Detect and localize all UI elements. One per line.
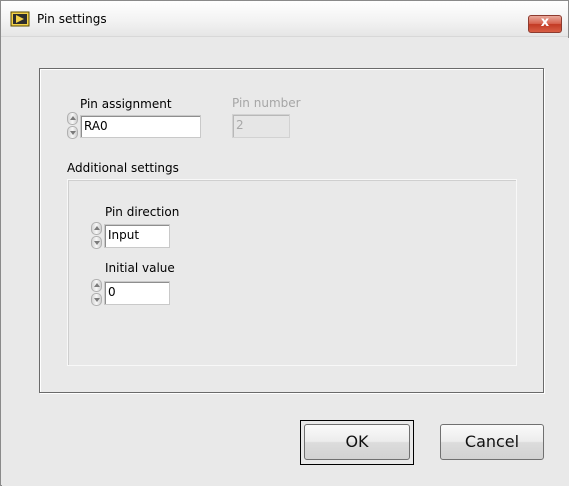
- pin-assignment-spinner[interactable]: [67, 112, 78, 140]
- initial-value-spinner[interactable]: [91, 279, 102, 307]
- pin-assignment-label: Pin assignment: [80, 97, 172, 111]
- pin-assignment-field[interactable]: RA0: [80, 115, 201, 138]
- initial-value-field[interactable]: 0: [104, 281, 170, 305]
- close-button[interactable]: x: [528, 15, 562, 33]
- decrement-arrow-icon[interactable]: [91, 293, 102, 306]
- title-bar[interactable]: Pin settings x: [1, 1, 568, 37]
- cancel-button[interactable]: Cancel: [440, 424, 544, 460]
- pin-direction-spinner[interactable]: [91, 222, 102, 250]
- additional-settings-label: Additional settings: [67, 161, 179, 175]
- decrement-arrow-icon[interactable]: [91, 236, 102, 249]
- decrement-arrow-icon[interactable]: [67, 126, 78, 139]
- ok-button[interactable]: OK: [304, 424, 410, 460]
- increment-arrow-icon[interactable]: [91, 222, 102, 235]
- pin-number-label: Pin number: [232, 96, 301, 110]
- pin-settings-dialog: Pin settings x Pin assignment RA0 Pin nu…: [0, 0, 569, 486]
- pin-direction-field[interactable]: Input: [104, 224, 170, 248]
- close-icon: x: [540, 15, 550, 30]
- initial-value-label: Initial value: [105, 261, 175, 275]
- pin-direction-label: Pin direction: [105, 205, 180, 219]
- window-title: Pin settings: [37, 12, 107, 26]
- increment-arrow-icon[interactable]: [67, 112, 78, 125]
- pin-number-field: 2: [232, 114, 290, 138]
- increment-arrow-icon[interactable]: [91, 279, 102, 292]
- labview-vi-icon: [10, 11, 30, 27]
